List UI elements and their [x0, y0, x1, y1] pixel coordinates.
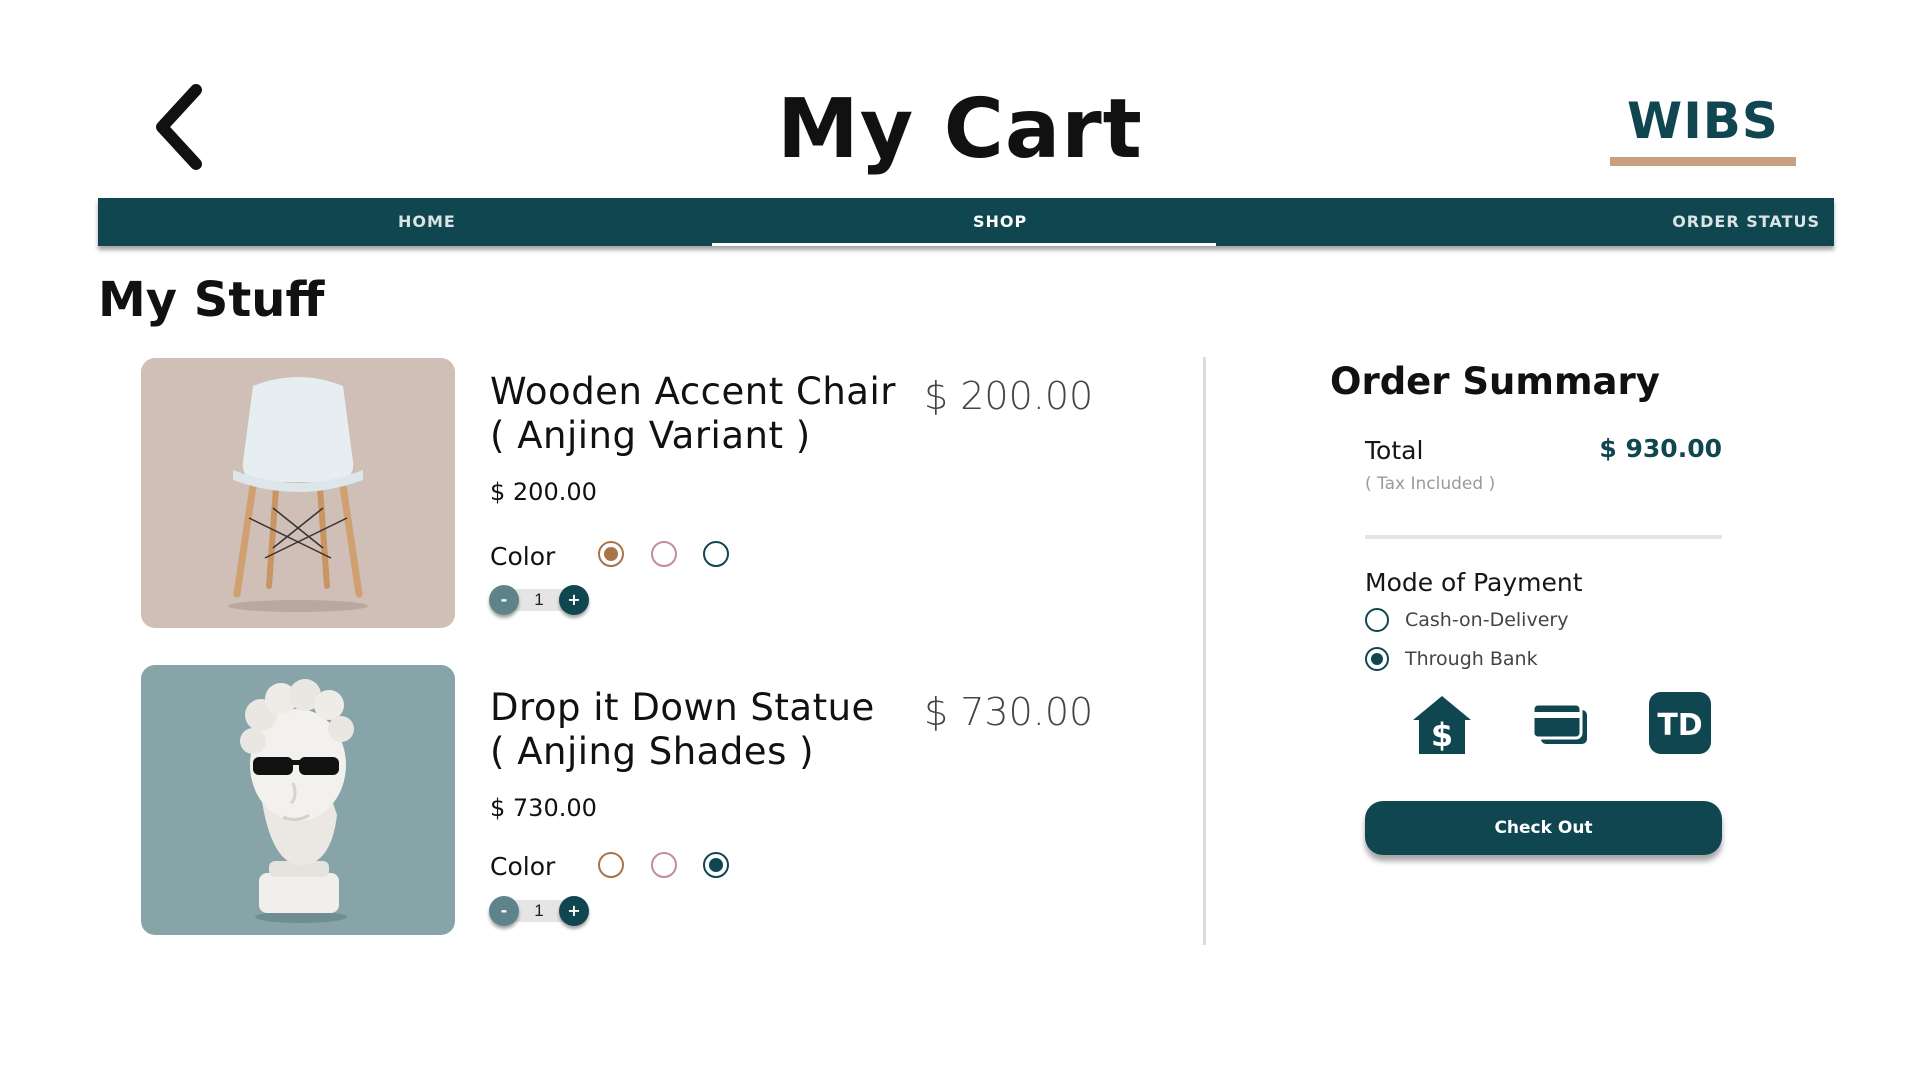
td-bank-logo-icon[interactable]: TD — [1647, 690, 1713, 756]
item-price-header: $ 730.00 — [924, 690, 1094, 734]
svg-text:$: $ — [1431, 716, 1453, 754]
color-swatch-teal[interactable] — [703, 541, 729, 567]
quantity-stepper: - 1 + — [489, 896, 589, 926]
tax-note: ( Tax Included ) — [1365, 474, 1496, 494]
section-title: My Stuff — [98, 272, 325, 328]
color-swatch-copper[interactable] — [598, 541, 624, 567]
decrease-quantity-button[interactable]: - — [489, 585, 519, 615]
item-price: $ 200.00 — [490, 478, 597, 506]
bank-house-dollar-icon[interactable]: $ — [1409, 692, 1475, 758]
item-price: $ 730.00 — [490, 794, 597, 822]
increase-quantity-button[interactable]: + — [559, 585, 589, 615]
radio-label-cod: Cash-on-Delivery — [1405, 609, 1569, 631]
increase-quantity-button[interactable]: + — [559, 896, 589, 926]
statue-image — [240, 679, 354, 923]
quantity-value: 1 — [534, 901, 544, 920]
quantity-stepper: - 1 + — [489, 585, 589, 615]
nav-home[interactable]: HOME — [398, 198, 456, 246]
item-image-statue[interactable] — [141, 665, 455, 935]
item-price-header: $ 200.00 — [924, 374, 1094, 418]
total-value: $ 930.00 — [1599, 434, 1722, 463]
color-label: Color — [490, 542, 556, 571]
order-summary-title: Order Summary — [1330, 360, 1660, 403]
svg-text:TD: TD — [1657, 708, 1702, 743]
item-image-chair[interactable] — [141, 358, 455, 628]
color-label: Color — [490, 852, 556, 881]
nav-active-indicator — [712, 243, 1216, 246]
item-name: Drop it Down Statue ( Anjing Shades ) — [490, 686, 875, 773]
nav-shop[interactable]: SHOP — [973, 198, 1027, 246]
quantity-value: 1 — [534, 590, 544, 609]
nav-order-status[interactable]: ORDER STATUS — [1672, 198, 1820, 246]
main-nav: HOME SHOP ORDER STATUS — [98, 198, 1834, 246]
radio-bank[interactable] — [1365, 647, 1389, 671]
color-swatch-copper[interactable] — [598, 852, 624, 878]
payment-mode-label: Mode of Payment — [1365, 568, 1583, 597]
checkout-button[interactable]: Check Out — [1365, 801, 1722, 855]
vertical-divider — [1203, 357, 1206, 945]
color-swatch-teal[interactable] — [703, 852, 729, 878]
item-name: Wooden Accent Chair ( Anjing Variant ) — [490, 370, 896, 457]
brand-underline — [1610, 157, 1796, 166]
color-swatch-pink[interactable] — [651, 852, 677, 878]
chair-image — [228, 377, 368, 612]
radio-cod[interactable] — [1365, 608, 1389, 632]
radio-label-bank: Through Bank — [1405, 648, 1538, 670]
decrease-quantity-button[interactable]: - — [489, 896, 519, 926]
color-swatch-pink[interactable] — [651, 541, 677, 567]
summary-divider — [1365, 535, 1722, 539]
total-label: Total — [1365, 436, 1424, 465]
cards-icon[interactable] — [1527, 692, 1593, 758]
brand-logo[interactable]: WIBS — [1610, 92, 1796, 150]
